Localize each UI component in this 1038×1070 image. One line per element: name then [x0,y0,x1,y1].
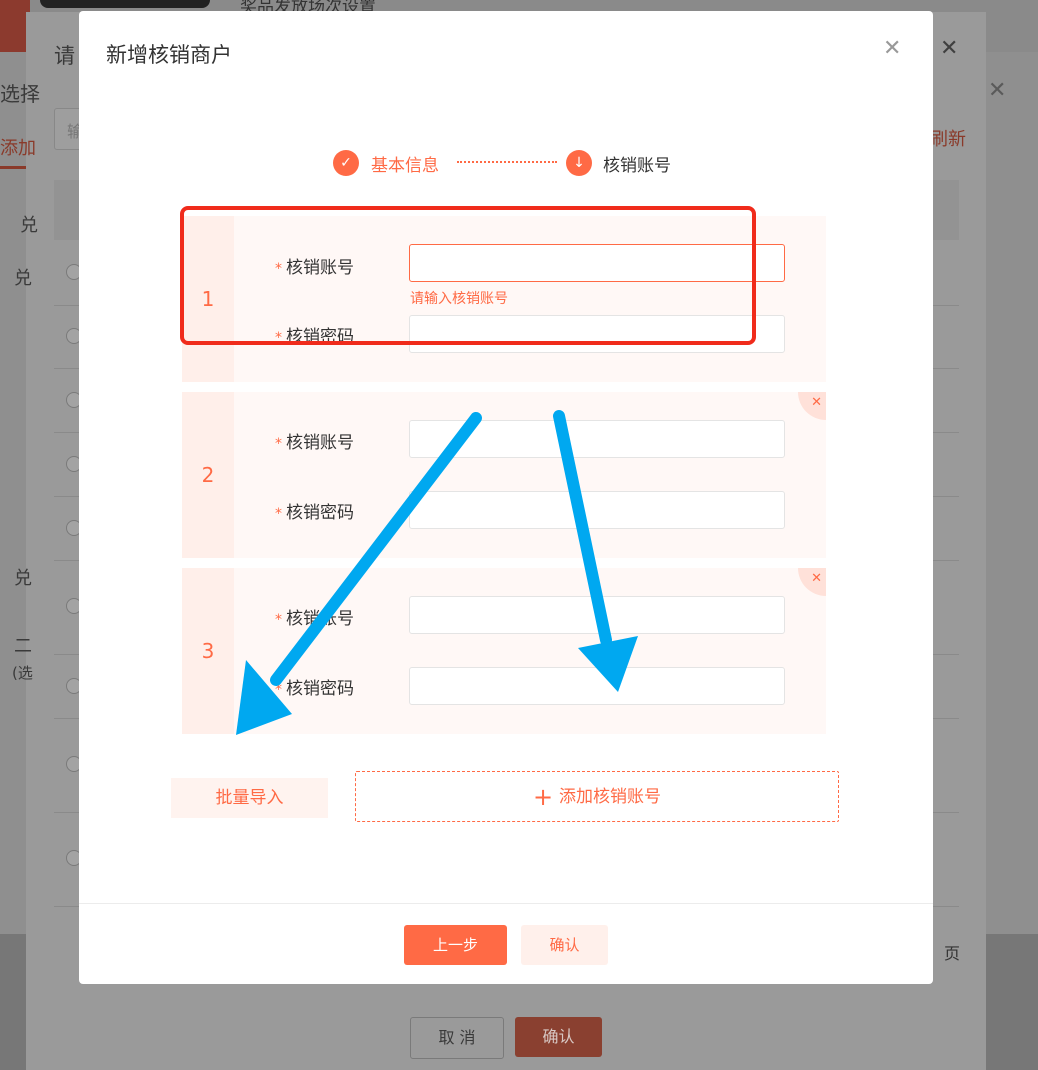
annotation-arrow-right [553,410,638,692]
annotation-arrow-left [236,412,482,735]
annotation-arrows [236,410,638,735]
